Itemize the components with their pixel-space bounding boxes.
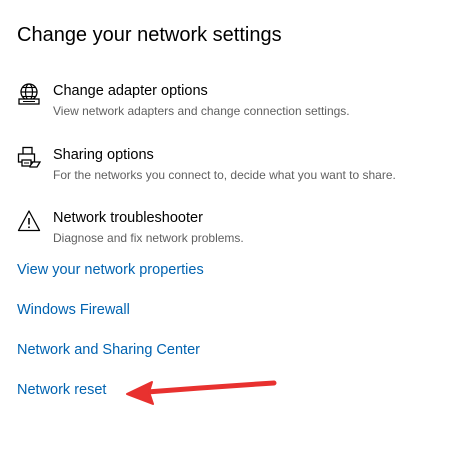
change-adapter-options-description: View network adapters and change connect… — [53, 104, 350, 118]
network-reset-link[interactable]: Network reset — [17, 382, 106, 398]
windows-firewall-link[interactable]: Windows Firewall — [17, 302, 130, 318]
globe-adapter-icon — [17, 82, 41, 106]
view-network-properties-link[interactable]: View your network properties — [17, 262, 204, 278]
network-troubleshooter-item[interactable]: Network troubleshooter Diagnose and fix … — [17, 209, 457, 253]
sharing-options-item[interactable]: Sharing options For the networks you con… — [17, 146, 457, 190]
sharing-options-title: Sharing options — [53, 147, 154, 163]
network-troubleshooter-title: Network troubleshooter — [53, 210, 203, 226]
sharing-options-description: For the networks you connect to, decide … — [53, 168, 396, 182]
change-adapter-options-title: Change adapter options — [53, 83, 208, 99]
change-adapter-options-item[interactable]: Change adapter options View network adap… — [17, 82, 457, 126]
annotation-arrow-head — [126, 381, 154, 405]
warning-triangle-icon — [17, 209, 41, 233]
sharing-icon — [17, 146, 41, 170]
annotation-arrow-shaft — [144, 380, 277, 395]
network-sharing-center-link[interactable]: Network and Sharing Center — [17, 342, 200, 358]
page-title: Change your network settings — [17, 24, 282, 46]
network-troubleshooter-description: Diagnose and fix network problems. — [53, 231, 244, 245]
